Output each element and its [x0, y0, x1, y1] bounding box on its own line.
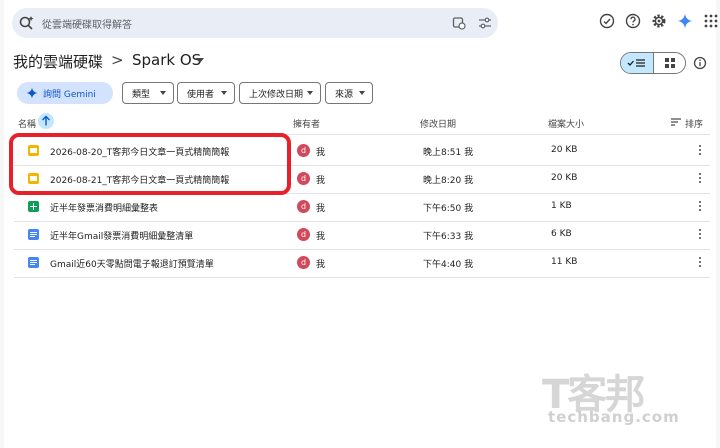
more-actions-icon[interactable] — [697, 171, 703, 187]
table-row[interactable]: 近半年發票消費明細彙整表 d 我 下午6:50 我 1 KB — [14, 193, 710, 221]
chevron-down-icon — [160, 91, 166, 95]
column-header-modified[interactable]: 修改日期 — [420, 117, 456, 130]
list-view-button[interactable] — [621, 53, 653, 73]
drive-page: 從雲端硬碟取得解答 我的雲端硬碟 > Spark OS 詢問 Gemini 類型… — [4, 0, 718, 448]
file-size: 20 KB — [551, 145, 578, 155]
gear-icon[interactable] — [650, 12, 668, 30]
filter-chip-type[interactable]: 類型 — [122, 82, 174, 104]
highlight-annotation — [9, 133, 291, 195]
gemini-spark-icon[interactable] — [676, 12, 694, 30]
table-row[interactable]: Gmail近60天零點問電子報退訂預覽清單 d 我 下午4:40 我 11 KB — [14, 249, 710, 277]
file-owner: 我 — [316, 232, 326, 242]
avatar: d — [297, 228, 310, 241]
breadcrumb-separator: > — [111, 51, 124, 69]
filter-sliders-icon[interactable] — [478, 16, 492, 30]
file-modified: 下午4:40 我 — [423, 260, 474, 270]
more-actions-icon[interactable] — [697, 255, 703, 271]
offline-ready-icon[interactable] — [598, 12, 616, 30]
techbang-watermark: T客邦 techbang.com — [542, 362, 712, 432]
search-icon — [19, 16, 34, 30]
folder-menu-caret-icon[interactable] — [196, 58, 204, 63]
table-row[interactable]: 近半年Gmail發票消費明細彙整清單 d 我 下午6:33 我 6 KB — [14, 221, 710, 249]
file-size: 1 KB — [551, 201, 572, 211]
file-name[interactable]: 近半年Gmail發票消費明細彙整清單 — [50, 229, 193, 242]
chevron-down-icon — [221, 91, 227, 95]
ask-gemini-label: 詢問 Gemini — [43, 90, 96, 100]
watermark-site: techbang.com — [548, 408, 680, 426]
filter-chip-label: 類型 — [132, 90, 151, 100]
info-icon[interactable] — [693, 56, 707, 70]
filter-chip-label: 使用者 — [187, 90, 215, 100]
more-actions-icon[interactable] — [697, 143, 703, 159]
file-size: 11 KB — [551, 257, 578, 267]
divider — [14, 277, 710, 278]
file-owner: 我 — [316, 148, 326, 158]
sort-lines-icon[interactable] — [671, 118, 681, 126]
file-size: 20 KB — [551, 173, 578, 183]
more-actions-icon[interactable] — [697, 199, 703, 215]
chevron-down-icon — [359, 91, 365, 95]
sort-ascending-icon[interactable] — [38, 113, 54, 129]
file-modified: 晚上8:20 我 — [423, 176, 474, 186]
filter-chip-label: 上次修改日期 — [249, 90, 304, 100]
gemini-spark-icon — [26, 87, 38, 99]
watermark-title: T客邦 — [542, 372, 645, 418]
avatar: d — [297, 144, 310, 157]
filter-chip-source[interactable]: 來源 — [325, 82, 373, 104]
search-input[interactable]: 從雲端硬碟取得解答 — [42, 16, 132, 31]
more-actions-icon[interactable] — [697, 227, 703, 243]
grid-view-button[interactable] — [653, 53, 685, 73]
search-options-icon[interactable] — [452, 16, 466, 30]
avatar: d — [297, 256, 310, 269]
ask-gemini-button[interactable]: 詢問 Gemini — [17, 82, 113, 104]
column-header-owner[interactable]: 擁有者 — [293, 117, 320, 130]
list-view-icon — [627, 59, 645, 67]
apps-grid-icon[interactable] — [702, 12, 720, 30]
view-toggle[interactable] — [620, 52, 686, 74]
grid-view-icon — [665, 58, 675, 68]
help-icon[interactable] — [624, 12, 642, 30]
file-modified: 下午6:33 我 — [423, 232, 474, 242]
file-modified: 晚上8:51 我 — [423, 148, 474, 158]
filter-chip-label: 來源 — [335, 90, 354, 100]
search-bar[interactable]: 從雲端硬碟取得解答 — [12, 8, 498, 38]
file-modified: 下午6:50 我 — [423, 204, 474, 214]
breadcrumb-root[interactable]: 我的雲端硬碟 — [13, 51, 103, 72]
sort-button[interactable]: 排序 — [685, 117, 703, 130]
chevron-down-icon — [307, 91, 313, 95]
avatar: d — [297, 172, 310, 185]
file-size: 6 KB — [551, 229, 572, 239]
file-owner: 我 — [316, 204, 326, 214]
column-header-name[interactable]: 名稱 — [18, 117, 36, 130]
file-name[interactable]: Gmail近60天零點問電子報退訂預覽清單 — [50, 257, 214, 270]
file-owner: 我 — [316, 260, 326, 270]
column-header-size[interactable]: 檔案大小 — [548, 117, 584, 130]
file-name[interactable]: 近半年發票消費明細彙整表 — [50, 201, 158, 214]
sheets-file-icon — [28, 201, 39, 212]
breadcrumb-current-folder[interactable]: Spark OS — [132, 51, 201, 69]
file-owner: 我 — [316, 176, 326, 186]
avatar: d — [297, 200, 310, 213]
filter-chip-modified[interactable]: 上次修改日期 — [239, 82, 321, 104]
docs-file-icon — [28, 257, 39, 268]
docs-file-icon — [28, 229, 39, 240]
filter-chip-people[interactable]: 使用者 — [177, 82, 235, 104]
